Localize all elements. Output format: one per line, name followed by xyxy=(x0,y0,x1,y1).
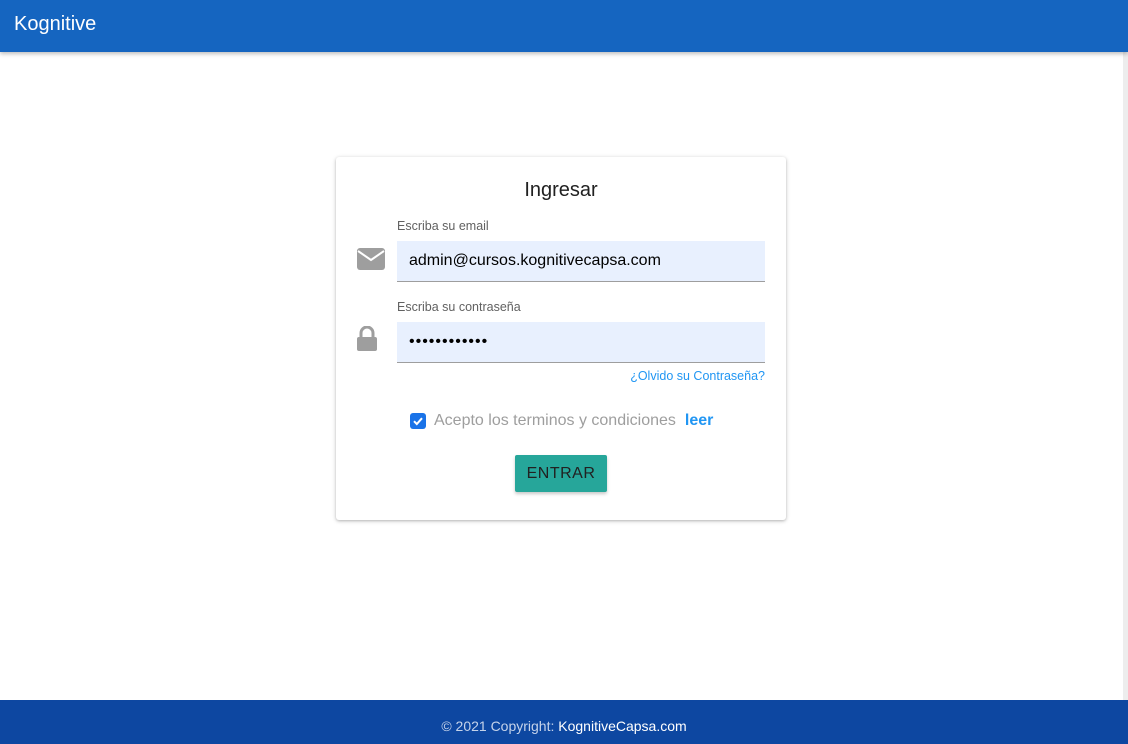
terms-label: Acepto los terminos y condiciones xyxy=(434,412,676,429)
brand-logo[interactable]: Kognitive xyxy=(14,12,96,36)
terms-checkbox[interactable] xyxy=(410,413,426,429)
email-label: Escriba su email xyxy=(397,219,489,233)
footer: © 2021 Copyright: KognitiveCapsa.com xyxy=(0,700,1128,744)
login-card: Ingresar Escriba su email Escriba su con… xyxy=(336,157,786,520)
footer-site-link[interactable]: KognitiveCapsa.com xyxy=(558,718,686,734)
envelope-icon xyxy=(356,246,386,276)
terms-read-link[interactable]: leer xyxy=(685,411,713,431)
password-input[interactable] xyxy=(397,322,765,363)
scrollbar[interactable] xyxy=(1123,52,1128,700)
terms-row: Acepto los terminos y condiciones leer xyxy=(410,411,713,431)
lock-icon xyxy=(356,325,386,356)
enter-button[interactable]: ENTRAR xyxy=(515,455,607,492)
check-icon xyxy=(413,417,423,426)
top-navbar: Kognitive xyxy=(0,0,1128,52)
forgot-password-link[interactable]: ¿Olvido su Contraseña? xyxy=(630,368,765,384)
footer-copyright: © 2021 Copyright: xyxy=(441,718,559,734)
email-input[interactable] xyxy=(397,241,765,282)
password-label: Escriba su contraseña xyxy=(397,300,521,314)
login-title: Ingresar xyxy=(524,179,598,201)
